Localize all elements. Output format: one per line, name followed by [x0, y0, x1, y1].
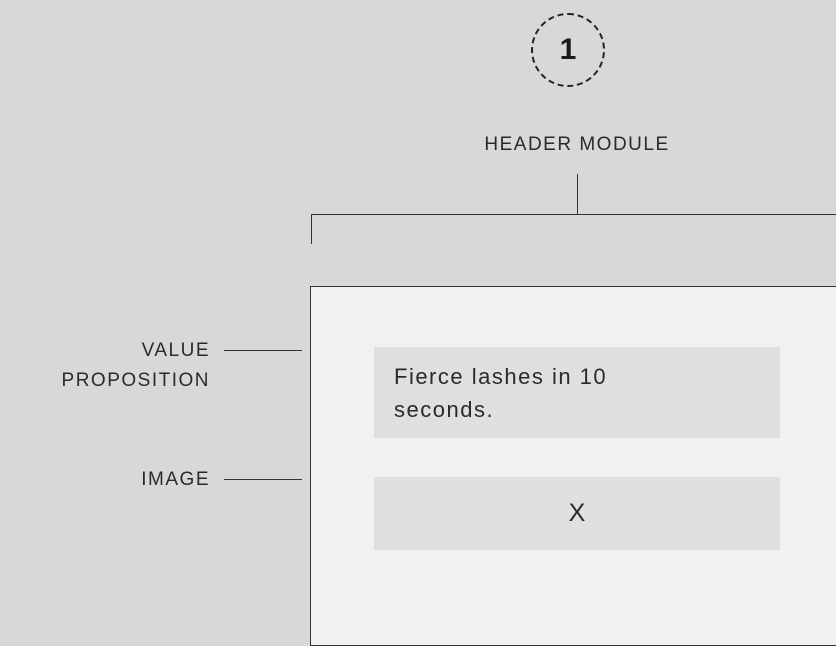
image-label-text: IMAGE — [141, 469, 210, 490]
header-module-panel — [310, 286, 836, 646]
value-proposition-box: Fierce lashes in 10 seconds. — [374, 347, 780, 438]
module-bracket-left — [311, 214, 312, 244]
step-number: 1 — [559, 33, 577, 66]
image-leader-line — [224, 479, 302, 480]
module-bracket-top — [311, 214, 836, 215]
step-number-badge: 1 — [531, 13, 605, 87]
value-proposition-label-text: VALUE PROPOSITION — [61, 340, 210, 391]
module-bracket-stem — [577, 174, 578, 215]
value-proposition-text: Fierce lashes in 10 seconds. — [394, 364, 608, 422]
image-placeholder-box: X — [374, 477, 780, 550]
module-title: HEADER MODULE — [484, 134, 670, 155]
image-placeholder-mark: X — [568, 499, 586, 527]
value-proposition-leader-line — [224, 350, 302, 351]
image-label: IMAGE — [141, 465, 210, 495]
value-proposition-label: VALUE PROPOSITION — [62, 336, 210, 396]
